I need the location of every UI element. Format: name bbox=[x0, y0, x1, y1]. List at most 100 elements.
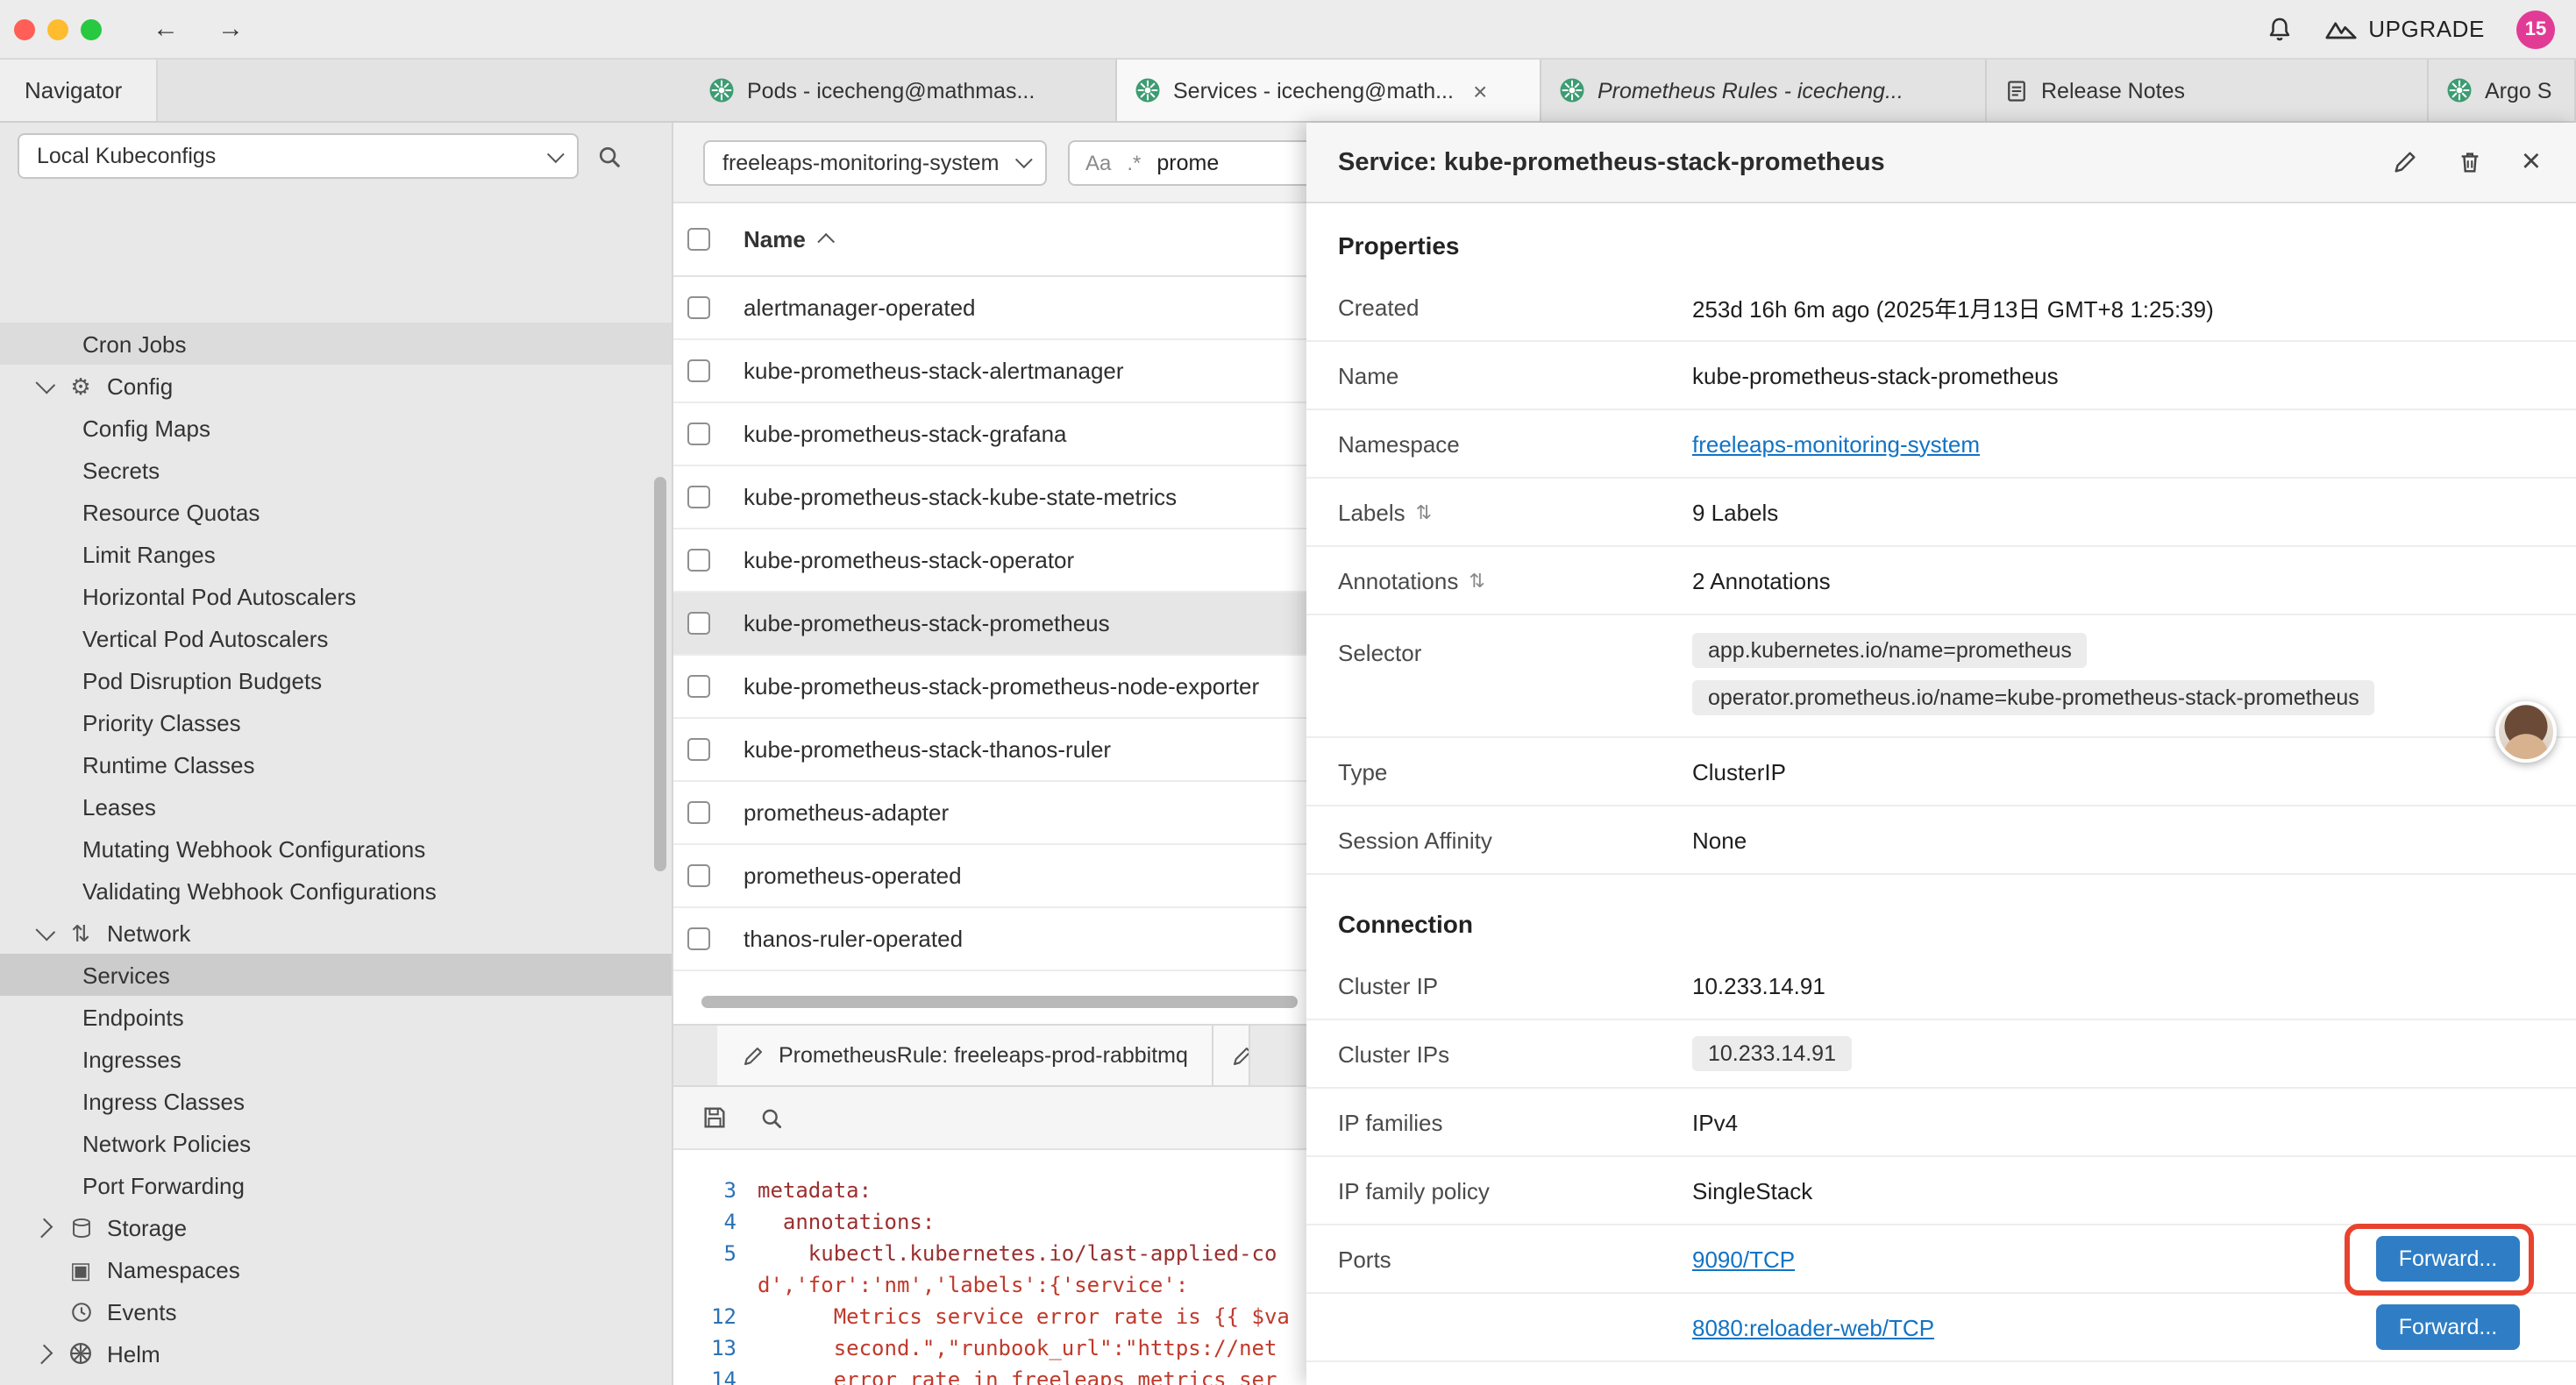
sidebar-item-validating-webhook-configurations[interactable]: Validating Webhook Configurations bbox=[0, 870, 672, 912]
row-checkbox[interactable] bbox=[687, 359, 710, 382]
dock-tab-partial[interactable] bbox=[1214, 1026, 1251, 1085]
sidebar-item-limit-ranges[interactable]: Limit Ranges bbox=[0, 533, 672, 575]
chevron-right-icon[interactable] bbox=[33, 1344, 53, 1364]
sidebar-item-ingresses[interactable]: Ingresses bbox=[0, 1038, 672, 1080]
sidebar-item-runtime-classes[interactable]: Runtime Classes bbox=[0, 743, 672, 785]
kubeconfig-selector[interactable]: Local Kubeconfigs bbox=[18, 133, 579, 179]
row-checkbox[interactable] bbox=[687, 549, 710, 572]
sidebar-item-horizontal-pod-autoscalers[interactable]: Horizontal Pod Autoscalers bbox=[0, 575, 672, 617]
port-link[interactable]: 9090/TCP bbox=[1692, 1246, 1795, 1272]
expand-collapse-icon[interactable]: ⇅ bbox=[1469, 569, 1484, 592]
tab-label: Services - icecheng@math... bbox=[1173, 78, 1454, 103]
forward-button[interactable]: Forward... bbox=[2376, 1236, 2520, 1282]
sidebar-item-ingress-classes[interactable]: Ingress Classes bbox=[0, 1080, 672, 1122]
namespace-selector[interactable]: freeleaps-monitoring-system bbox=[703, 139, 1047, 185]
window-minimize-button[interactable] bbox=[47, 18, 68, 39]
tab-argo[interactable]: Argo S bbox=[2429, 60, 2576, 121]
sidebar-scrollbar[interactable] bbox=[654, 477, 666, 871]
chevron-down-icon[interactable] bbox=[36, 373, 56, 394]
navigator-sidebar: Local Kubeconfigs Cron Jobs ⚙ Config Con… bbox=[0, 123, 673, 1385]
bell-icon[interactable] bbox=[2265, 15, 2293, 43]
sidebar-item-access-control[interactable]: Access Control bbox=[0, 1374, 672, 1385]
sidebar-item-network-policies[interactable]: Network Policies bbox=[0, 1122, 672, 1164]
tab-pods[interactable]: Pods - icecheng@mathmas... bbox=[691, 60, 1117, 121]
trash-icon[interactable] bbox=[2457, 149, 2483, 175]
upgrade-button[interactable]: UPGRADE bbox=[2324, 16, 2485, 42]
row-checkbox[interactable] bbox=[687, 296, 710, 319]
sidebar-item-pod-disruption-budgets[interactable]: Pod Disruption Budgets bbox=[0, 659, 672, 701]
kubernetes-icon bbox=[1559, 77, 1585, 103]
gear-icon: ⚙ bbox=[67, 374, 95, 397]
notification-badge[interactable]: 15 bbox=[2516, 10, 2555, 48]
sidebar-item-network[interactable]: ⇅ Network bbox=[0, 912, 672, 954]
service-details-drawer: Service: kube-prometheus-stack-prometheu… bbox=[1306, 123, 2576, 1385]
sidebar-item-storage[interactable]: Storage bbox=[0, 1206, 672, 1248]
forward-arrow-icon[interactable]: → bbox=[217, 16, 244, 42]
property-row-annotations: Annotations⇅ 2 Annotations bbox=[1306, 547, 2576, 615]
port-link[interactable]: 8080:reloader-web/TCP bbox=[1692, 1314, 1934, 1340]
sidebar-item-leases[interactable]: Leases bbox=[0, 785, 672, 827]
row-checkbox[interactable] bbox=[687, 675, 710, 698]
row-checkbox[interactable] bbox=[687, 927, 710, 950]
title-bar: ← → UPGRADE 15 bbox=[0, 0, 2576, 60]
mountains-icon bbox=[2324, 18, 2356, 39]
chevron-down-icon[interactable] bbox=[36, 920, 56, 941]
row-checkbox[interactable] bbox=[687, 864, 710, 887]
sidebar-item-resource-quotas[interactable]: Resource Quotas bbox=[0, 491, 672, 533]
clock-icon bbox=[67, 1300, 95, 1323]
row-checkbox[interactable] bbox=[687, 612, 710, 635]
select-all-checkbox[interactable] bbox=[687, 228, 710, 251]
row-checkbox[interactable] bbox=[687, 486, 710, 508]
sidebar-item-priority-classes[interactable]: Priority Classes bbox=[0, 701, 672, 743]
match-case-toggle[interactable]: Aa bbox=[1085, 150, 1111, 174]
sidebar-item-config-maps[interactable]: Config Maps bbox=[0, 407, 672, 449]
sidebar-item-helm[interactable]: Helm bbox=[0, 1332, 672, 1374]
selector-badge: app.kubernetes.io/name=prometheus bbox=[1692, 633, 2088, 668]
search-icon[interactable] bbox=[759, 1105, 784, 1130]
sidebar-item-services[interactable]: Services bbox=[0, 954, 672, 996]
layers-icon: ▣ bbox=[67, 1258, 95, 1281]
name-column-header[interactable]: Name bbox=[744, 226, 836, 252]
selector-badge: operator.prometheus.io/name=kube-prometh… bbox=[1692, 680, 2375, 715]
regex-toggle[interactable]: .* bbox=[1127, 150, 1141, 174]
namespace-link[interactable]: freeleaps-monitoring-system bbox=[1692, 430, 1980, 457]
navigator-title: Navigator bbox=[25, 77, 122, 103]
window-zoom-button[interactable] bbox=[81, 18, 102, 39]
forward-button[interactable]: Forward... bbox=[2376, 1304, 2520, 1350]
kubernetes-icon bbox=[708, 77, 735, 103]
avatar[interactable] bbox=[2495, 701, 2557, 763]
expand-collapse-icon[interactable]: ⇅ bbox=[1416, 501, 1432, 523]
tab-release-notes[interactable]: Release Notes bbox=[1987, 60, 2429, 121]
sidebar-item-endpoints[interactable]: Endpoints bbox=[0, 996, 672, 1038]
property-row-selector: Selector app.kubernetes.io/name=promethe… bbox=[1306, 615, 2576, 738]
sidebar-item-namespaces[interactable]: ▣ Namespaces bbox=[0, 1248, 672, 1290]
sidebar-item-mutating-webhook-configurations[interactable]: Mutating Webhook Configurations bbox=[0, 827, 672, 870]
horizontal-scrollbar[interactable] bbox=[701, 996, 1298, 1008]
pencil-icon[interactable] bbox=[2392, 149, 2418, 175]
tab-prometheus-rules[interactable]: Prometheus Rules - icecheng... bbox=[1541, 60, 1987, 121]
app-window: ← → UPGRADE 15 Navigator Pods - bbox=[0, 0, 2576, 1385]
dock-tab-prometheusrule[interactable]: PrometheusRule: freeleaps-prod-rabbitmq bbox=[717, 1026, 1214, 1085]
search-icon[interactable] bbox=[596, 143, 623, 169]
close-icon[interactable]: × bbox=[2522, 146, 2541, 179]
sort-ascending-icon bbox=[818, 233, 836, 251]
property-row-ports-2: 8080:reloader-web/TCP Forward... bbox=[1306, 1294, 2576, 1362]
kubeconfig-selector-value: Local Kubeconfigs bbox=[37, 144, 216, 168]
tab-bar: Navigator Pods - icecheng@mathmas... Ser… bbox=[0, 60, 2576, 123]
sidebar-item-events[interactable]: Events bbox=[0, 1290, 672, 1332]
sidebar-item-cron-jobs[interactable]: Cron Jobs bbox=[0, 323, 672, 365]
sidebar-item-port-forwarding[interactable]: Port Forwarding bbox=[0, 1164, 672, 1206]
row-checkbox[interactable] bbox=[687, 738, 710, 761]
window-close-button[interactable] bbox=[14, 18, 35, 39]
chevron-right-icon[interactable] bbox=[33, 1218, 53, 1238]
row-checkbox[interactable] bbox=[687, 801, 710, 824]
close-icon[interactable]: × bbox=[1473, 78, 1487, 103]
sidebar-item-secrets[interactable]: Secrets bbox=[0, 449, 672, 491]
sidebar-toolbar: Local Kubeconfigs bbox=[0, 123, 672, 189]
sidebar-item-config[interactable]: ⚙ Config bbox=[0, 365, 672, 407]
row-checkbox[interactable] bbox=[687, 423, 710, 445]
sidebar-item-vertical-pod-autoscalers[interactable]: Vertical Pod Autoscalers bbox=[0, 617, 672, 659]
back-arrow-icon[interactable]: ← bbox=[153, 16, 179, 42]
save-icon[interactable] bbox=[701, 1104, 728, 1131]
tab-services[interactable]: Services - icecheng@math... × bbox=[1117, 60, 1541, 121]
